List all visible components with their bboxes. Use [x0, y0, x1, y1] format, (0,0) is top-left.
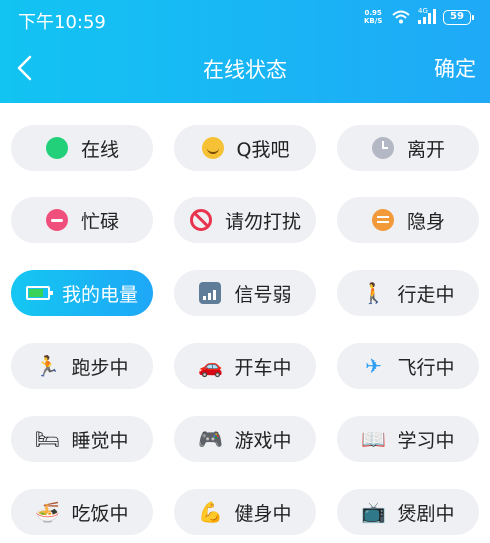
status-away[interactable]: 离开 — [337, 125, 479, 171]
status-online[interactable]: 在线 — [11, 125, 153, 171]
status-my-battery[interactable]: 我的电量 — [11, 270, 153, 316]
status-busy[interactable]: 忙碌 — [11, 197, 153, 243]
tv-icon: 📺 — [361, 500, 386, 524]
status-label: 隐身 — [406, 210, 445, 233]
status-sleeping[interactable]: 🛏 睡觉中 — [11, 416, 153, 462]
status-label: 健身中 — [234, 502, 292, 525]
status-label: 行走中 — [397, 283, 455, 306]
status-do-not-disturb[interactable]: 请勿打扰 — [174, 197, 316, 243]
status-label: 跑步中 — [71, 356, 129, 379]
status-walking[interactable]: 🚶 行走中 — [337, 270, 479, 316]
smile-face-icon — [201, 136, 225, 160]
status-label: 飞行中 — [397, 356, 455, 379]
status-q-me[interactable]: Q我吧 — [174, 125, 316, 171]
busy-minus-icon — [45, 208, 69, 232]
status-label: 请勿打扰 — [224, 210, 301, 233]
status-flying[interactable]: ✈ 飞行中 — [337, 343, 479, 389]
status-label: 我的电量 — [61, 283, 138, 306]
bed-icon: 🛏 — [34, 427, 61, 451]
status-label: 忙碌 — [80, 210, 119, 233]
gamepad-icon: 🎮 — [198, 427, 223, 451]
status-label: Q我吧 — [236, 138, 290, 161]
status-label: 开车中 — [234, 356, 292, 379]
status-running[interactable]: 🏃 跑步中 — [11, 343, 153, 389]
status-label: 学习中 — [397, 429, 455, 452]
status-label: 离开 — [406, 138, 445, 161]
book-icon: 📖 — [361, 427, 386, 451]
status-label: 吃饭中 — [71, 502, 129, 525]
status-invisible[interactable]: 隐身 — [337, 197, 479, 243]
running-icon: 🏃 — [35, 354, 60, 378]
signal-weak-icon — [198, 281, 222, 305]
status-grid: 在线 Q我吧 离开 忙碌 请勿打扰 隐身 我的电量 信号弱 🚶 行走中 🏃 跑步… — [0, 0, 490, 543]
status-label: 睡觉中 — [71, 429, 129, 452]
status-label: 在线 — [80, 138, 119, 161]
walking-icon: 🚶 — [361, 281, 386, 305]
battery-icon — [25, 281, 53, 305]
clock-icon — [371, 136, 395, 160]
green-dot-icon — [45, 136, 69, 160]
no-entry-icon — [189, 208, 213, 232]
status-label: 游戏中 — [234, 429, 292, 452]
status-driving[interactable]: 🚗 开车中 — [174, 343, 316, 389]
status-label: 煲剧中 — [397, 502, 455, 525]
status-studying[interactable]: 📖 学习中 — [337, 416, 479, 462]
rice-bowl-icon: 🍜 — [35, 500, 60, 524]
status-gaming[interactable]: 🎮 游戏中 — [174, 416, 316, 462]
status-eating[interactable]: 🍜 吃饭中 — [11, 489, 153, 535]
airplane-icon: ✈ — [365, 354, 382, 378]
status-weak-signal[interactable]: 信号弱 — [174, 270, 316, 316]
status-binge-watching[interactable]: 📺 煲剧中 — [337, 489, 479, 535]
status-label: 信号弱 — [234, 283, 292, 306]
invisible-icon — [371, 208, 395, 232]
car-icon: 🚗 — [198, 354, 223, 378]
flexed-biceps-icon: 💪 — [198, 500, 223, 524]
status-working-out[interactable]: 💪 健身中 — [174, 489, 316, 535]
